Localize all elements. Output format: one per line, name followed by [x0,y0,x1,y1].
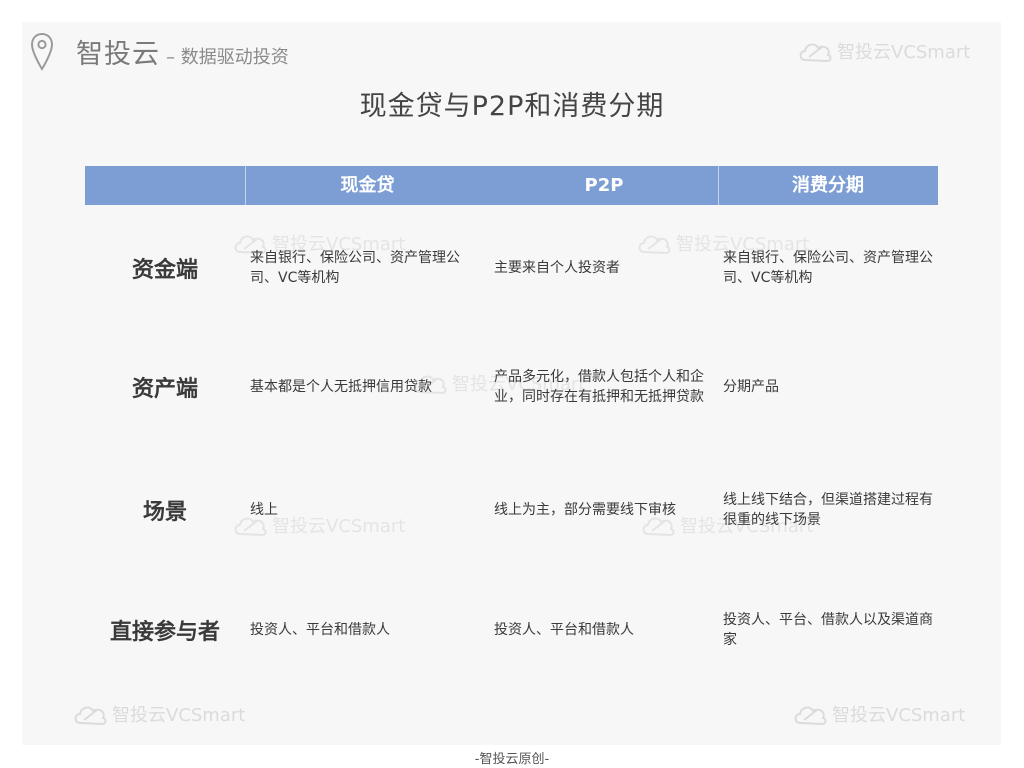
column-header-p2p: P2P [584,175,624,196]
row-label-funding-side: 资金端 [131,258,198,283]
cloud-logo-icon [799,43,832,63]
row-label-asset-side: 资产端 [131,377,198,402]
watermark: 智投云VCSmart [72,701,245,727]
brand-tagline: – 数据驱动投资 [166,47,289,68]
table-cell: 线上线下结合，但渠道搭建过程有很重的线下场景 [723,492,933,528]
table-cell: 来自银行、保险公司、资产管理公司、VC等机构 [250,250,460,286]
table-cell: 投资人、平台和借款人 [250,622,390,638]
table-cell: 投资人、平台和借款人 [494,622,634,638]
table-cell: 主要来自个人投资者 [494,260,620,276]
watermark-text: 智投云VCSmart [837,42,971,63]
column-header-empty [85,166,245,205]
table-cell: 投资人、平台、借款人以及渠道商家 [723,612,933,648]
watermark: 智投云VCSmart [797,38,970,64]
table-cell: 线上为主，部分需要线下审核 [494,502,676,518]
table-cell: 基本都是个人无抵押信用贷款 [250,379,432,395]
brand: 智投云 – 数据驱动投资 [76,32,289,72]
footer-credit: -智投云原创- [474,752,550,767]
table-cell: 线上 [250,502,278,518]
brand-name: 智投云 [76,39,160,70]
row-label-scenario: 场景 [142,500,187,525]
table-cell: 分期产品 [723,379,779,395]
watermark: 智投云VCSmart [792,701,965,727]
cloud-logo-icon [74,706,107,726]
cloud-logo-icon [794,706,827,726]
comparison-table: 现金贷 P2P 消费分期 资金端 来自银行、保险公司、资产管理公司、VC等机构 … [85,166,938,648]
watermark-text: 智投云VCSmart [112,705,246,726]
page-title: 现金贷与P2P和消费分期 [359,91,665,122]
watermark-text: 智投云VCSmart [832,705,966,726]
table-header: 现金贷 P2P 消费分期 [85,166,938,205]
cloud-logo-icon [638,235,671,255]
column-header-cash-loan: 现金贷 [340,175,395,196]
row-label-direct-participants: 直接参与者 [109,620,220,645]
column-header-consumer-installment: 消费分期 [792,175,864,196]
table-cell: 来自银行、保险公司、资产管理公司、VC等机构 [723,250,933,286]
map-pin-icon [30,32,54,71]
table-cell: 产品多元化，借款人包括个人和企业，同时存在有抵押和无抵押贷款 [494,369,704,405]
